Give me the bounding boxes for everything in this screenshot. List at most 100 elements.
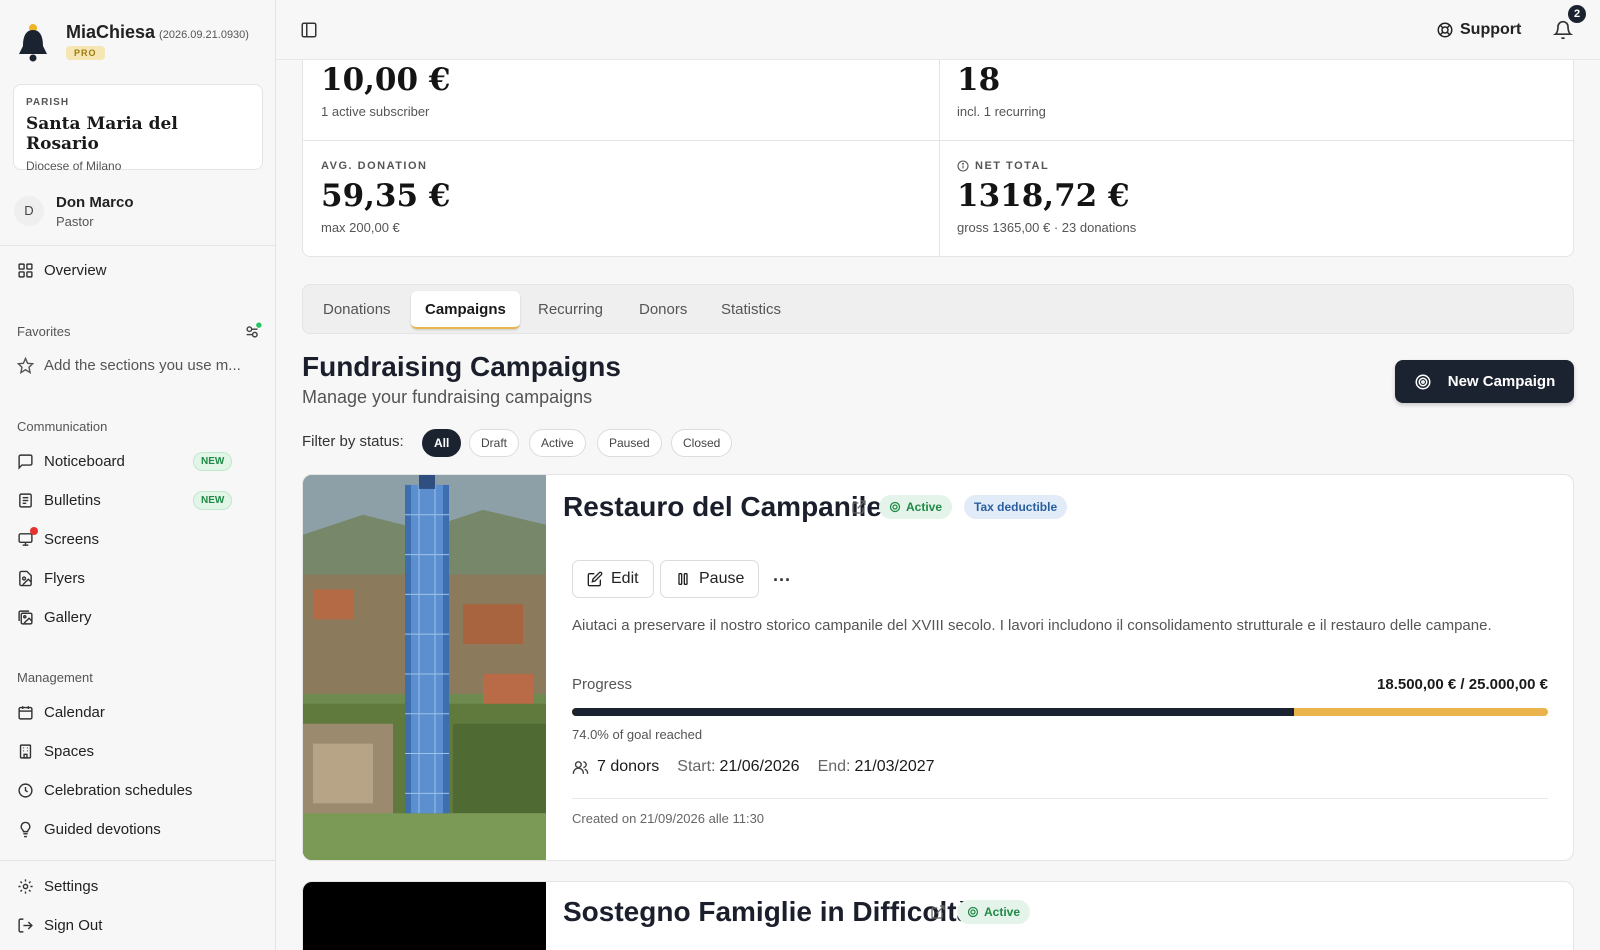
- church-bell-logo-icon: [19, 24, 47, 62]
- screens-icon-wrap: [17, 526, 44, 548]
- users-icon: [572, 760, 589, 774]
- status-badge: Active: [957, 900, 1031, 924]
- user-role: Pastor: [56, 214, 94, 229]
- page-title: Fundraising Campaigns: [302, 351, 621, 382]
- sidebar-item-guided-devotions[interactable]: Guided devotions: [17, 815, 262, 843]
- sidebar-item-settings[interactable]: Settings: [17, 872, 262, 900]
- new-campaign-button[interactable]: New Campaign: [1395, 360, 1574, 403]
- campaign-card: Restauro del Campanile Active Tax deduct…: [302, 474, 1574, 861]
- stat-value: 59,35 €: [321, 178, 451, 214]
- support-button[interactable]: Support: [1436, 18, 1521, 42]
- sidebar-item-label: Celebration schedules: [44, 781, 193, 799]
- sidebar-item-label: Bulletins: [44, 491, 101, 509]
- filter-active[interactable]: Active: [529, 429, 586, 457]
- sidebar-item-sign-out[interactable]: Sign Out: [17, 911, 262, 939]
- divider: [939, 40, 940, 257]
- stat-monthly-recurring: 10,00 € 1 active subscriber: [321, 62, 450, 119]
- sidebar-item-bulletins[interactable]: Bulletins NEW: [17, 486, 262, 514]
- stat-value: 18: [957, 62, 1001, 98]
- divider: [303, 140, 1575, 141]
- brand[interactable]: MiaChiesa (2026.09.21.0930) PRO: [16, 18, 266, 66]
- stat-label-row: NET TOTAL: [957, 160, 1136, 172]
- clock-icon: [18, 782, 33, 798]
- campaign-meta: 7 donors Start: 21/06/2026 End: 21/03/20…: [572, 756, 935, 778]
- lightbulb-icon: [20, 821, 31, 837]
- donor-count: 7 donors: [597, 758, 660, 775]
- gear-icon: [18, 878, 33, 894]
- tabs-bar: Donations Campaigns Recurring Donors Sta…: [302, 284, 1574, 334]
- sidebar-item-label: Overview: [44, 261, 107, 279]
- campaign-description: Aiutaci a preservare il nostro storico c…: [572, 617, 1492, 634]
- support-label: Support: [1460, 21, 1522, 38]
- divider: [0, 860, 276, 861]
- stat-label: AVG. DONATION: [321, 160, 428, 172]
- edit-button[interactable]: Edit: [572, 560, 654, 598]
- star-icon: [17, 356, 34, 374]
- tab-statistics[interactable]: Statistics: [707, 291, 795, 329]
- campaign-image: [303, 882, 546, 950]
- sidebar-toggle-icon[interactable]: [300, 21, 318, 39]
- tab-donations[interactable]: Donations: [309, 291, 405, 329]
- filter-all[interactable]: All: [422, 429, 462, 457]
- external-link-icon[interactable]: [851, 499, 867, 515]
- status-badge: Active: [879, 495, 953, 519]
- new-campaign-label: New Campaign: [1447, 373, 1556, 390]
- notification-bell-icon[interactable]: [1553, 20, 1573, 40]
- sidebar-item-calendar[interactable]: Calendar: [17, 698, 262, 726]
- building-icon: [19, 743, 32, 759]
- sidebar-item-noticeboard[interactable]: Noticeboard NEW: [17, 447, 262, 475]
- log-out-icon: [18, 917, 33, 933]
- sidebar-item-screens[interactable]: Screens: [17, 525, 262, 553]
- progress-amount: 18.500,00 € / 25.000,00 €: [1377, 676, 1548, 693]
- campaign-title[interactable]: Restauro del Campanile: [563, 491, 882, 523]
- campaign-title[interactable]: Sostegno Famiglie in Difficoltà: [563, 896, 972, 928]
- avatar: D: [14, 196, 44, 226]
- user-profile[interactable]: D Don Marco Pastor: [14, 192, 264, 234]
- newspaper-icon: [19, 492, 32, 508]
- sidebar-item-flyers[interactable]: Flyers: [17, 564, 262, 592]
- more-options-icon[interactable]: ···: [773, 570, 793, 590]
- goal-percentage: 74.0% of goal reached: [572, 727, 703, 742]
- file-image-icon: [19, 570, 32, 586]
- pause-button[interactable]: Pause: [660, 560, 760, 598]
- sidebar-item-label: Screens: [44, 530, 100, 548]
- message-square-icon: [18, 453, 33, 470]
- user-name: Don Marco: [56, 194, 134, 211]
- filter-paused[interactable]: Paused: [597, 429, 662, 457]
- target-icon: [889, 501, 901, 513]
- diocese-name: Diocese of Milano: [26, 159, 122, 173]
- stat-sub: max 200,00 €: [321, 220, 400, 235]
- sidebar-item-celebration-schedules[interactable]: Celebration schedules: [17, 776, 262, 804]
- new-badge: NEW: [193, 490, 233, 510]
- favorites-hint[interactable]: Add the sections you use m...: [17, 351, 262, 379]
- manage-favorites-icon[interactable]: [244, 322, 262, 340]
- stat-label: NET TOTAL: [975, 160, 1050, 172]
- stat-donation-count: 18 incl. 1 recurring: [957, 62, 1046, 119]
- tab-recurring[interactable]: Recurring: [524, 291, 617, 329]
- stat-value: 10,00 €: [321, 62, 451, 98]
- stat-sub: incl. 1 recurring: [957, 104, 1046, 119]
- sidebar-item-label: Guided devotions: [44, 820, 161, 838]
- parish-card[interactable]: PARISH Santa Maria del Rosario Diocese o…: [13, 84, 263, 173]
- tab-campaigns[interactable]: Campaigns: [411, 291, 520, 329]
- filter-draft[interactable]: Draft: [469, 429, 520, 457]
- filter-closed[interactable]: Closed: [671, 429, 733, 457]
- info-icon[interactable]: [957, 160, 969, 172]
- start-date: 21/06/2026: [719, 758, 800, 775]
- sidebar-item-label: Gallery: [44, 608, 92, 626]
- sidebar-item-overview[interactable]: Overview: [17, 256, 262, 284]
- stat-value: 1318,72 €: [957, 178, 1130, 214]
- life-buoy-icon: [1437, 22, 1453, 38]
- sidebar: MiaChiesa (2026.09.21.0930) PRO PARISH Sa…: [0, 0, 276, 950]
- stat-sub: 1 active subscriber: [321, 104, 430, 119]
- sidebar-item-spaces[interactable]: Spaces: [17, 737, 262, 765]
- sidebar-item-label: Flyers: [44, 569, 85, 587]
- end-label: End:: [817, 758, 851, 775]
- created-timestamp: Created on 21/09/2026 alle 11:30: [572, 811, 765, 826]
- external-link-icon[interactable]: [930, 904, 946, 920]
- sidebar-item-gallery[interactable]: Gallery: [17, 603, 262, 631]
- layout-grid-icon: [18, 262, 33, 278]
- progress-bar-fill: [572, 708, 1295, 716]
- sidebar-item-label: Noticeboard: [44, 452, 125, 470]
- tab-donors[interactable]: Donors: [625, 291, 701, 329]
